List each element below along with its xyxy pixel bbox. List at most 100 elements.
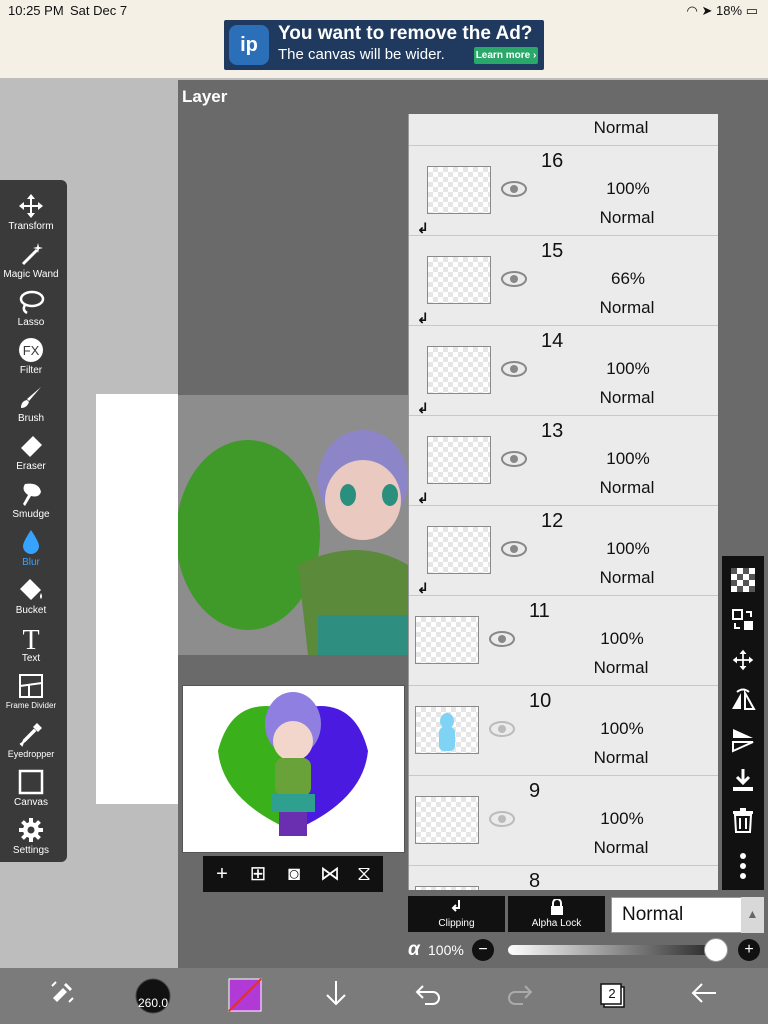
status-indicators: ◠ ➤ 18% ▭ [687,3,758,19]
tool-brush[interactable]: Brush [0,378,62,426]
bottom-toolbar: 260.0 2 [0,968,768,1024]
transparent-fill-icon[interactable] [722,560,764,600]
duplicate-layer-icon[interactable]: ⊞ [245,861,271,887]
flip-horizontal-icon[interactable]: ⋈ [317,861,343,887]
blur-drop-icon [23,530,39,554]
eye-icon[interactable] [501,450,527,468]
trash-icon[interactable] [722,800,764,840]
tool-eraser[interactable]: Eraser [0,426,62,474]
more-options-icon[interactable] [722,846,764,886]
text-icon: T [22,625,39,652]
ibispaint-logo-icon: ip [229,25,269,65]
swap-layer-icon[interactable] [722,600,764,640]
tool-magic-wand[interactable]: Magic Wand [0,234,62,282]
layer-row[interactable]: 14 100% Normal ↲ [409,326,718,416]
tool-bucket[interactable]: Bucket [0,570,62,618]
flip-vertical-icon[interactable]: ⧖ [351,861,377,887]
tool-transform[interactable]: Transform [0,186,62,234]
layer-list[interactable]: Normal 16 100% Normal ↲ 15 66% Normal ↲ … [408,114,718,890]
layer-number: 10 [529,690,552,712]
eye-icon[interactable] [489,630,515,648]
layer-row[interactable]: 13 100% Normal ↲ [409,416,718,506]
artwork-canvas-view[interactable] [178,395,408,655]
canvas-icon [18,769,44,795]
layer-blend: Normal [593,658,649,677]
eye-icon[interactable] [501,270,527,288]
tool-label: Frame Divider [5,701,57,710]
svg-text:FX: FX [23,343,40,358]
layer-row-partial-bottom[interactable]: 8 [409,866,718,890]
layer-row[interactable]: 11 100% Normal [409,596,718,686]
opacity-increase-button[interactable]: + [738,939,760,961]
layer-panel-title: Layer [182,87,228,106]
tool-label: Eraser [16,461,46,472]
flip-horizontal-icon[interactable] [722,680,764,720]
tool-label: Eyedropper [7,749,55,759]
layer-blend: Normal [599,568,655,587]
redo-icon[interactable] [500,978,540,1014]
tool-smudge[interactable]: Smudge [0,474,62,522]
layer-opacity: 100% [606,359,650,378]
preview-toolbar: + ⊞ ◙ ⋈ ⧖ [203,856,383,892]
ad-banner[interactable]: ip You want to remove the Ad? The canvas… [224,20,544,70]
canvas-preview[interactable] [182,685,405,853]
tool-eyedropper[interactable]: Eyedropper [0,714,62,762]
eye-closed-icon[interactable] [489,810,515,828]
merge-down-icon[interactable] [722,760,764,800]
opacity-slider-handle[interactable] [704,938,728,962]
layer-row[interactable]: 10 100% Normal [409,686,718,776]
layer-thumbnail [427,166,491,214]
eye-icon[interactable] [501,180,527,198]
eye-closed-icon[interactable] [489,720,515,738]
tool-lasso[interactable]: Lasso [0,282,62,330]
layer-thumbnail-art [439,713,455,751]
opacity-slider[interactable] [508,945,720,955]
tool-text[interactable]: T Text [0,618,62,666]
brush-size-indicator[interactable]: 260.0 [132,978,174,1014]
blend-mode-select[interactable]: Normal [611,897,743,933]
layer-blend: Normal [593,838,649,857]
clipping-button[interactable]: Clipping [408,896,505,932]
back-arrow-icon[interactable] [684,978,724,1014]
clipping-arrow-icon: ↲ [417,310,429,326]
layer-thumbnail [415,886,479,890]
layer-row[interactable]: 15 66% Normal ↲ [409,236,718,326]
layer-row[interactable]: 16 100% Normal ↲ [409,146,718,236]
move-icon[interactable] [722,640,764,680]
quick-tool-icon[interactable] [42,978,82,1014]
battery-percent: 18% [716,3,743,18]
layers-button[interactable]: 2 [592,978,632,1014]
chevron-up-icon[interactable]: ▲ [741,897,764,933]
layer-row[interactable]: 9 100% Normal [409,776,718,866]
tool-blur[interactable]: Blur [0,522,62,570]
tool-frame-divider[interactable]: Frame Divider [0,666,62,714]
camera-icon[interactable]: ◙ [281,861,307,887]
tool-filter[interactable]: FX Filter [0,330,62,378]
tool-label: Canvas [14,797,48,808]
eye-icon[interactable] [501,360,527,378]
layer-row-partial-top[interactable]: Normal [409,114,718,146]
learn-more-button[interactable]: Learn more › [474,47,538,64]
move-icon [19,194,43,218]
alpha-lock-button[interactable]: Alpha Lock [508,896,605,932]
eye-icon[interactable] [501,540,527,558]
undo-icon[interactable] [408,978,448,1014]
layer-thumbnail [427,436,491,484]
status-time: 10:25 PM [8,3,64,18]
artwork-image [178,430,408,655]
flip-vertical-icon[interactable] [722,720,764,760]
clipping-arrow-icon: ↲ [417,490,429,506]
gear-icon [19,818,43,842]
layer-thumbnail [415,706,479,754]
color-swatch[interactable] [228,978,262,1014]
layer-opacity: 66% [610,269,646,288]
magic-wand-icon [21,243,43,266]
tool-settings[interactable]: Settings [0,810,62,858]
tool-canvas[interactable]: Canvas [0,762,62,810]
arrow-down-icon[interactable] [316,978,356,1014]
bucket-icon [20,579,42,600]
layer-row[interactable]: 12 100% Normal ↲ [409,506,718,596]
add-layer-icon[interactable]: + [209,861,235,887]
tool-label: Settings [12,845,50,856]
opacity-decrease-button[interactable]: − [472,939,494,961]
